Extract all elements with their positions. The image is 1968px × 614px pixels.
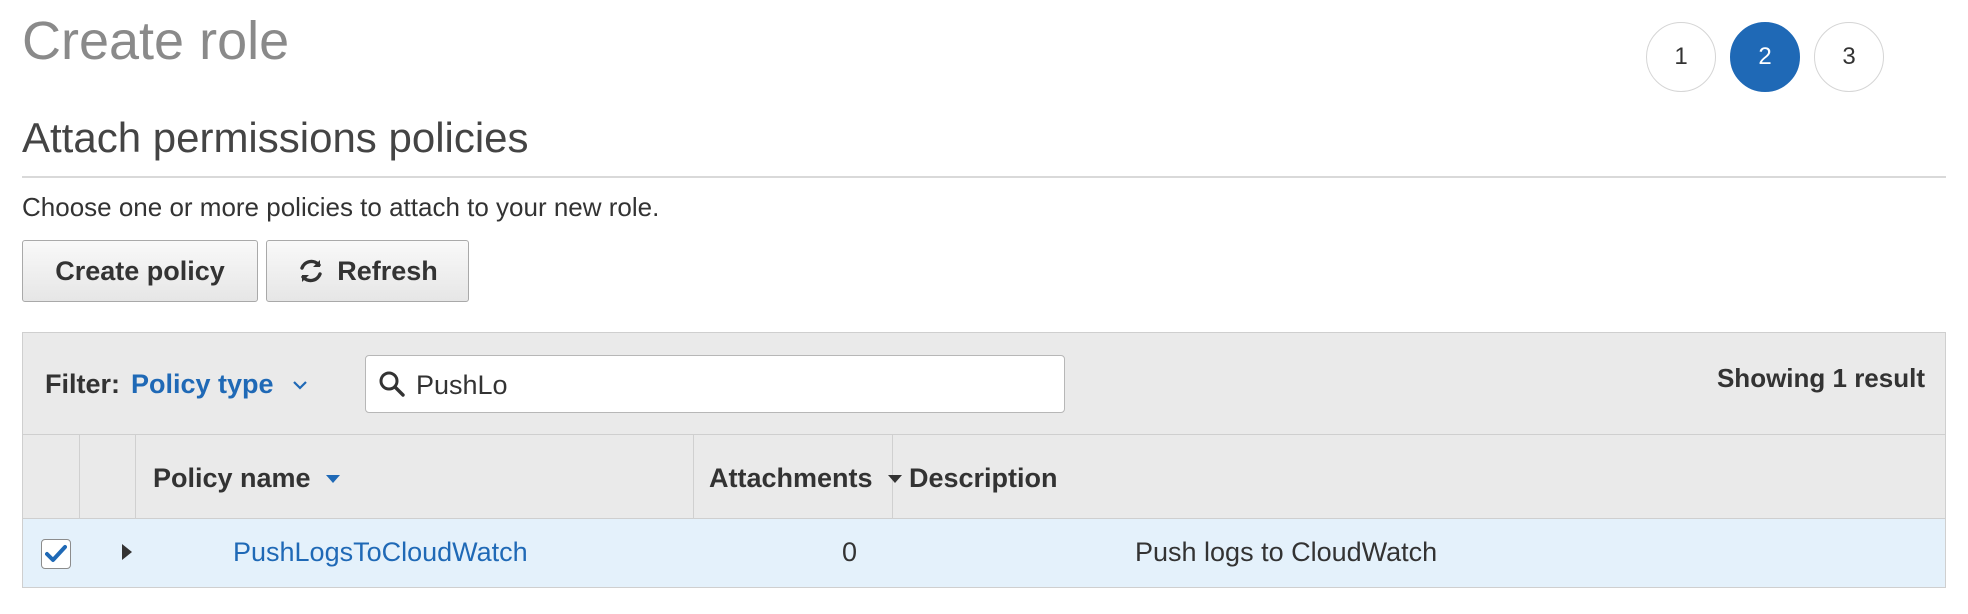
wizard-steps: 1 2 3: [1646, 22, 1936, 96]
column-divider: [693, 435, 694, 519]
create-policy-label: Create policy: [55, 255, 225, 286]
filter-label: Filter:: [45, 369, 121, 399]
filter-bar: Filter: Policy type Showing 1 result: [23, 333, 1945, 435]
policy-name-header-label: Policy name: [153, 463, 311, 493]
policy-name-column-header[interactable]: Policy name: [153, 463, 341, 494]
step-1[interactable]: 1: [1646, 22, 1716, 92]
policies-table: Filter: Policy type Showing 1 result Pol…: [22, 332, 1946, 588]
search-box[interactable]: [365, 355, 1065, 414]
caret-right-icon[interactable]: [121, 543, 133, 561]
description-column-header: Description: [909, 463, 1058, 494]
policy-type-filter-dropdown[interactable]: Policy type: [131, 369, 308, 400]
refresh-label: Refresh: [337, 255, 438, 286]
step-2-current[interactable]: 2: [1730, 22, 1800, 92]
policy-name-link[interactable]: PushLogsToCloudWatch: [233, 537, 528, 568]
search-input[interactable]: [414, 356, 1058, 414]
create-policy-button[interactable]: Create policy: [22, 240, 258, 302]
caret-down-icon: [325, 474, 340, 483]
policy-description: Push logs to CloudWatch: [1135, 537, 1438, 567]
attachments-header-label: Attachments: [709, 463, 873, 493]
chevron-down-icon: [292, 380, 307, 390]
step-3[interactable]: 3: [1814, 22, 1884, 92]
column-divider: [135, 435, 136, 519]
section-divider: [22, 176, 1946, 178]
refresh-button[interactable]: Refresh: [266, 240, 469, 302]
result-count: Showing 1 result: [1716, 363, 1925, 393]
description-header-label: Description: [909, 463, 1058, 493]
column-divider: [79, 435, 80, 519]
page-title: Create role: [22, 11, 290, 71]
policy-type-filter-label: Policy type: [131, 369, 274, 399]
row-checkbox[interactable]: [41, 539, 71, 569]
caret-down-icon: [887, 474, 902, 483]
attachments-count: 0: [841, 537, 857, 567]
section-title: Attach permissions policies: [22, 114, 529, 161]
attachments-column-header[interactable]: Attachments: [709, 463, 903, 494]
checkmark-icon: [45, 545, 67, 562]
table-row[interactable]: PushLogsToCloudWatch 0 Push logs to Clou…: [23, 519, 1945, 587]
table-header: Policy name Attachments Description: [23, 435, 1945, 519]
refresh-icon: [300, 259, 322, 283]
search-icon: [379, 371, 405, 397]
section-intro: Choose one or more policies to attach to…: [22, 192, 660, 222]
